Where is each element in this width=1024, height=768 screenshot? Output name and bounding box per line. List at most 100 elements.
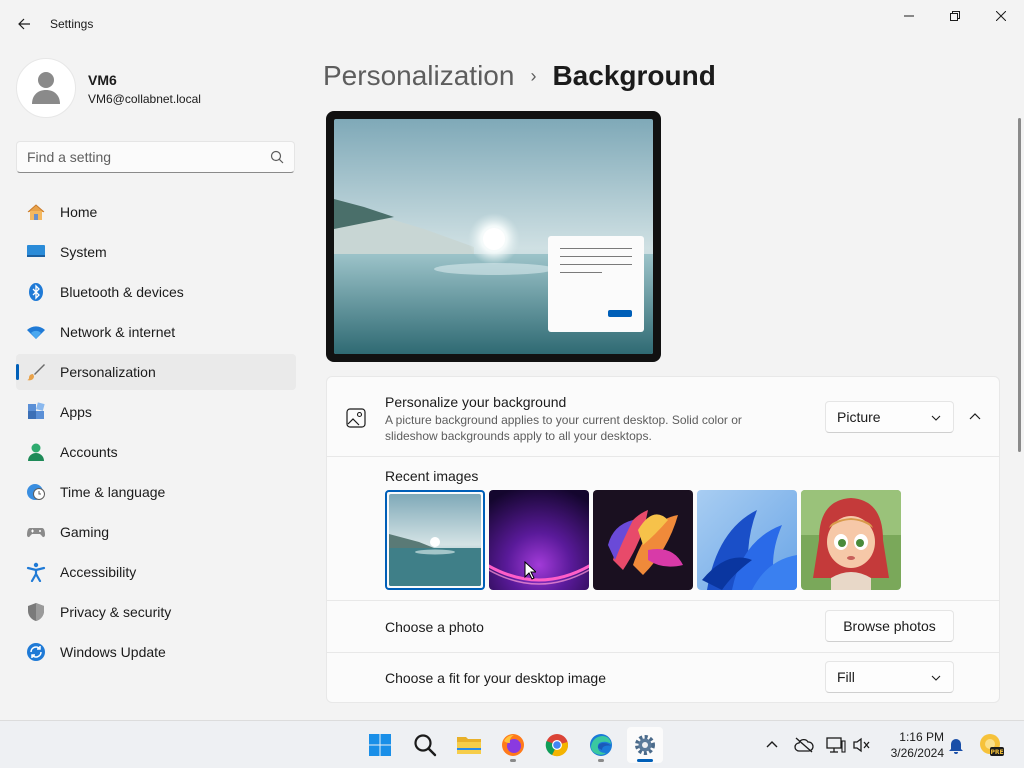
maximize-button[interactable] bbox=[932, 0, 978, 32]
choose-photo-label: Choose a photo bbox=[385, 619, 484, 635]
page-title: Background bbox=[552, 60, 716, 91]
sidebar-item-time-language[interactable]: Time & language bbox=[16, 474, 296, 510]
close-button[interactable] bbox=[978, 0, 1024, 32]
user-name: VM6 bbox=[88, 72, 117, 88]
back-arrow-icon bbox=[18, 18, 30, 30]
gamepad-icon bbox=[26, 522, 46, 542]
sidebar-item-apps[interactable]: Apps bbox=[16, 394, 296, 430]
personalize-background-card: Personalize your background A picture ba… bbox=[326, 376, 1000, 457]
sidebar-item-label: Network & internet bbox=[60, 324, 176, 340]
recent-images-label: Recent images bbox=[385, 468, 479, 484]
avatar bbox=[16, 58, 76, 118]
start-button[interactable] bbox=[362, 727, 398, 763]
accessibility-icon bbox=[26, 562, 46, 582]
clock-time: 1:16 PM bbox=[899, 730, 944, 744]
active-indicator bbox=[637, 759, 653, 762]
minimize-button[interactable] bbox=[886, 0, 932, 32]
taskbar: 1:16 PM 3/26/2024 PRE bbox=[0, 720, 1024, 768]
chevron-down-icon bbox=[931, 415, 941, 421]
sidebar-item-label: Accounts bbox=[60, 444, 118, 460]
apps-icon bbox=[26, 402, 46, 422]
taskbar-chrome[interactable] bbox=[539, 727, 575, 763]
minimize-icon bbox=[904, 15, 914, 17]
sidebar-item-label: Bluetooth & devices bbox=[60, 284, 184, 300]
sidebar-item-label: Gaming bbox=[60, 524, 110, 540]
paintbrush-icon bbox=[26, 362, 46, 382]
background-type-dropdown[interactable]: Picture bbox=[825, 401, 954, 433]
breadcrumb-separator: › bbox=[530, 65, 537, 86]
cloud-offline-icon bbox=[794, 737, 814, 753]
sidebar-item-gaming[interactable]: Gaming bbox=[16, 514, 296, 550]
onedrive-tray[interactable] bbox=[791, 731, 817, 759]
volume-tray[interactable] bbox=[849, 731, 875, 759]
folder-icon bbox=[457, 737, 481, 754]
restore-icon bbox=[950, 11, 960, 21]
chevron-up-icon bbox=[766, 741, 778, 748]
taskbar-settings[interactable] bbox=[627, 727, 663, 763]
preview-window bbox=[548, 236, 644, 332]
network-monitor-icon bbox=[826, 737, 846, 753]
search-input[interactable] bbox=[17, 142, 262, 172]
taskbar-file-explorer[interactable] bbox=[451, 727, 487, 763]
search-icon[interactable] bbox=[270, 150, 284, 164]
user-profile[interactable]: VM6 VM6@collabnet.local bbox=[16, 58, 296, 118]
recent-images-section: Recent images bbox=[326, 457, 1000, 601]
copilot-pre-icon: PRE bbox=[980, 734, 1004, 756]
mouse-cursor-icon bbox=[524, 561, 536, 580]
sidebar-item-personalization[interactable]: Personalization bbox=[16, 354, 296, 390]
choose-fit-row: Choose a fit for your desktop image Fill bbox=[326, 653, 1000, 703]
sidebar-item-label: Apps bbox=[60, 404, 92, 420]
sidebar-item-accounts[interactable]: Accounts bbox=[16, 434, 296, 470]
main-scrollbar[interactable] bbox=[1018, 118, 1021, 452]
close-icon bbox=[996, 11, 1006, 21]
recent-image-colorful-petals[interactable] bbox=[593, 490, 693, 590]
sidebar-item-privacy-security[interactable]: Privacy & security bbox=[16, 594, 296, 630]
user-email: VM6@collabnet.local bbox=[88, 92, 201, 106]
collapse-button[interactable] bbox=[963, 401, 987, 433]
settings-search bbox=[16, 141, 295, 173]
fit-dropdown[interactable]: Fill bbox=[825, 661, 954, 693]
recent-image-blue-bloom[interactable] bbox=[697, 490, 797, 590]
breadcrumb-parent[interactable]: Personalization bbox=[323, 60, 514, 92]
sidebar-item-label: Personalization bbox=[60, 364, 156, 380]
sidebar-item-bluetooth[interactable]: Bluetooth & devices bbox=[16, 274, 296, 310]
user-silhouette-icon bbox=[32, 72, 60, 104]
bell-icon bbox=[949, 739, 963, 754]
breadcrumb: Personalization › Background bbox=[323, 58, 716, 94]
recent-image-cartoon-girl[interactable] bbox=[801, 490, 901, 590]
chevron-down-icon bbox=[931, 675, 941, 681]
back-button[interactable] bbox=[8, 8, 40, 40]
taskbar-clock[interactable]: 1:16 PM 3/26/2024 bbox=[880, 729, 944, 761]
show-hidden-icons-button[interactable] bbox=[759, 731, 785, 759]
choose-photo-row: Choose a photo Browse photos bbox=[326, 601, 1000, 653]
sidebar-item-home[interactable]: Home bbox=[16, 194, 296, 230]
sidebar-item-system[interactable]: System bbox=[16, 234, 296, 270]
sidebar-item-windows-update[interactable]: Windows Update bbox=[16, 634, 296, 670]
shield-icon bbox=[26, 602, 46, 622]
gear-icon bbox=[635, 735, 655, 755]
picture-icon bbox=[346, 408, 366, 428]
taskbar-firefox[interactable] bbox=[495, 727, 531, 763]
taskbar-edge[interactable] bbox=[583, 727, 619, 763]
search-icon bbox=[414, 734, 437, 757]
preview-wallpaper bbox=[334, 119, 653, 354]
recent-image-purple-glow[interactable] bbox=[489, 490, 589, 590]
browse-photos-button[interactable]: Browse photos bbox=[825, 610, 954, 642]
app-title: Settings bbox=[50, 17, 94, 31]
sidebar-item-label: Time & language bbox=[60, 484, 166, 500]
svg-text:PRE: PRE bbox=[990, 749, 1003, 756]
wifi-icon bbox=[26, 322, 46, 342]
notifications-button[interactable] bbox=[943, 731, 969, 759]
taskbar-search-button[interactable] bbox=[407, 727, 443, 763]
clock-globe-icon bbox=[26, 482, 46, 502]
choose-fit-label: Choose a fit for your desktop image bbox=[385, 670, 607, 686]
edge-icon bbox=[590, 734, 612, 756]
sidebar-item-network[interactable]: Network & internet bbox=[16, 314, 296, 350]
recent-image-lake-sunrise[interactable] bbox=[385, 490, 485, 590]
sidebar-item-accessibility[interactable]: Accessibility bbox=[16, 554, 296, 590]
copilot-button[interactable]: PRE bbox=[978, 731, 1004, 759]
network-tray[interactable] bbox=[823, 731, 849, 759]
bluetooth-icon bbox=[26, 282, 46, 302]
home-icon bbox=[26, 202, 46, 222]
chrome-icon bbox=[545, 734, 568, 757]
